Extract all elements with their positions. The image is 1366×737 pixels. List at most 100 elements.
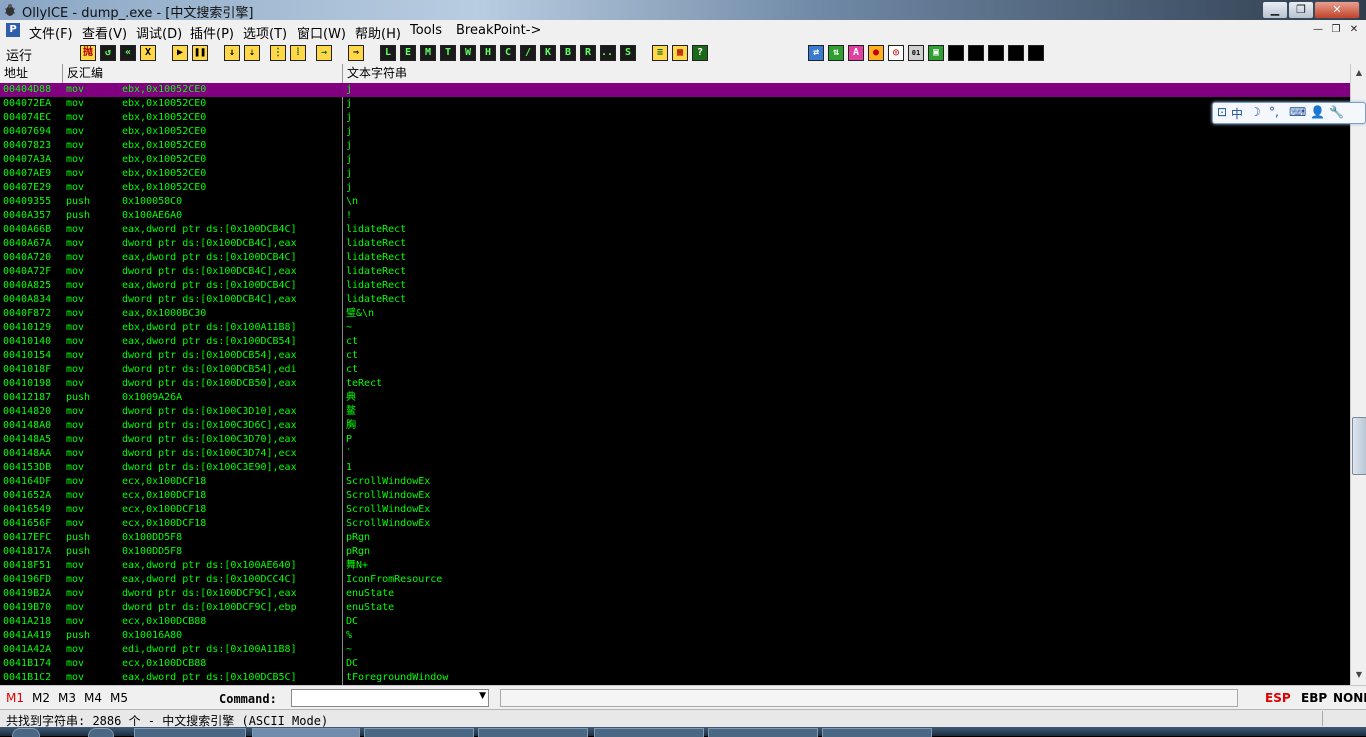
windows-window-button[interactable]: W — [460, 45, 476, 61]
table-row[interactable]: 00407694 mov ebx,0x10052CE0 j — [0, 125, 1350, 139]
blank-tool-icon[interactable] — [1008, 45, 1024, 61]
blank-tool-icon[interactable] — [1028, 45, 1044, 61]
command-input[interactable]: ▼ — [291, 689, 489, 707]
menu-file[interactable]: 文件(F) — [29, 23, 73, 42]
patches-window-button[interactable]: / — [520, 45, 536, 61]
step-into-icon[interactable]: ↓ — [224, 45, 240, 61]
maximize-button[interactable]: ❐ — [1288, 1, 1314, 19]
table-row[interactable]: 004164DF mov ecx,0x100DCF18 ScrollWindowEx — [0, 475, 1350, 489]
table-row[interactable]: 00410198 mov dword ptr ds:[0x100DCB50],eax… — [0, 377, 1350, 391]
vertical-scrollbar[interactable]: ▲ ▼ — [1350, 64, 1366, 685]
ime-moon-icon[interactable]: ☽ — [1250, 105, 1261, 119]
source-window-button[interactable]: S — [620, 45, 636, 61]
record-icon[interactable]: ● — [868, 45, 884, 61]
grid-icon[interactable]: ▦ — [672, 45, 688, 61]
column-disassembly[interactable]: 反汇编 — [63, 64, 343, 83]
run-icon[interactable]: ▶ — [172, 45, 188, 61]
column-text-string[interactable]: 文本字符串 — [343, 64, 1350, 83]
menu-debug[interactable]: 调试(D) — [136, 23, 182, 42]
tab-m5[interactable]: M5 — [110, 691, 128, 705]
ime-punctuation-icon[interactable]: °, — [1269, 105, 1279, 119]
register-esp-button[interactable]: ESP — [1265, 691, 1291, 705]
table-row[interactable]: 0041018F mov dword ptr ds:[0x100DCB54],edi… — [0, 363, 1350, 377]
close-process-icon[interactable]: X — [140, 45, 156, 61]
call-stack-window-button[interactable]: K — [540, 45, 556, 61]
table-row[interactable]: 004148A5 mov dword ptr ds:[0x100C3D70],eax… — [0, 433, 1350, 447]
table-row[interactable]: 0041B174 mov ecx,0x100DCB88 DC — [0, 657, 1350, 671]
run-trace-window-button[interactable]: ... — [600, 45, 616, 61]
menu-options[interactable]: 选项(T) — [243, 23, 287, 42]
references-window-button[interactable]: R — [580, 45, 596, 61]
table-row[interactable]: 00414820 mov dword ptr ds:[0x100C3D10],eax… — [0, 405, 1350, 419]
step-over-icon[interactable]: ⇣ — [244, 45, 260, 61]
menu-plugins[interactable]: 插件(P) — [190, 23, 234, 42]
scrollbar-thumb[interactable] — [1352, 417, 1366, 475]
window-icon[interactable]: ▣ — [928, 45, 944, 61]
tab-m3[interactable]: M3 — [58, 691, 76, 705]
table-row[interactable]: 0040F872 mov eax,0x1000BC30 璧&\n — [0, 307, 1350, 321]
table-row[interactable]: 0040A834 mov dword ptr ds:[0x100DCB4C],eax… — [0, 293, 1350, 307]
menu-help[interactable]: 帮助(H) — [355, 23, 401, 42]
rewind-icon[interactable]: « — [120, 45, 136, 61]
register-ebp-button[interactable]: EBP — [1301, 691, 1327, 705]
scroll-down-icon[interactable]: ▼ — [1352, 667, 1366, 683]
list-icon[interactable]: ≡ — [652, 45, 668, 61]
table-row[interactable]: 0041A42A mov edi,dword ptr ds:[0x100A11B8]… — [0, 643, 1350, 657]
table-row[interactable]: 0041A419 push 0x10016A80% — [0, 629, 1350, 643]
table-row[interactable]: 00409355 push 0x100058C0 \n — [0, 195, 1350, 209]
minimize-button[interactable]: ▁ — [1262, 1, 1288, 19]
app-menu-icon[interactable]: P — [6, 23, 20, 37]
ime-settings-icon[interactable]: 🔧 — [1329, 105, 1344, 119]
table-row[interactable]: 00404D88 mov ebx,0x10052CE0 j — [0, 83, 1350, 97]
table-row[interactable]: 0041656F mov ecx,0x100DCF18 ScrollWindowEx — [0, 517, 1350, 531]
table-row[interactable]: 0041A218 mov ecx,0x100DCB88 DC — [0, 615, 1350, 629]
table-row[interactable]: 0040A825 mov eax,dword ptr ds:[0x100DCB4C]… — [0, 279, 1350, 293]
table-row[interactable]: 004153DB mov dword ptr ds:[0x100C3E90],eax… — [0, 461, 1350, 475]
table-row[interactable]: 00419B70 mov dword ptr ds:[0x100DCF9C],ebp… — [0, 601, 1350, 615]
table-row[interactable]: 00416549 mov ecx,0x100DCF18 ScrollWindowEx — [0, 503, 1350, 517]
goto-icon[interactable]: ⇒ — [348, 45, 364, 61]
ime-user-icon[interactable]: 👤 — [1310, 105, 1325, 119]
column-address[interactable]: 地址 — [0, 64, 63, 83]
ime-logo-icon[interactable]: ⊡ — [1217, 105, 1227, 119]
table-row[interactable]: 0041652A mov ecx,0x100DCF18 ScrollWindowEx — [0, 489, 1350, 503]
refresh-icon[interactable]: ⇄ — [808, 45, 824, 61]
table-row[interactable]: 004148A0 mov dword ptr ds:[0x100C3D6C],eax… — [0, 419, 1350, 433]
mdi-minimize-button[interactable]: — — [1310, 23, 1326, 37]
table-row[interactable]: 0040A67A mov dword ptr ds:[0x100DCB4C],eax… — [0, 237, 1350, 251]
pause-icon[interactable]: ❚❚ — [192, 45, 208, 61]
table-row[interactable]: 004072EA mov ebx,0x10052CE0 j — [0, 97, 1350, 111]
restart-icon[interactable]: ↺ — [100, 45, 116, 61]
mdi-close-button[interactable]: ✕ — [1346, 23, 1362, 37]
modules-window-button[interactable]: E — [400, 45, 416, 61]
chevron-down-icon[interactable]: ▼ — [479, 691, 486, 701]
menu-tools[interactable]: Tools — [410, 23, 442, 38]
ime-language-toggle[interactable]: 中 — [1231, 105, 1243, 122]
open-icon[interactable]: 抛 — [80, 45, 96, 61]
ascii-icon[interactable]: A — [848, 45, 864, 61]
table-row[interactable]: 0040A357 push 0x100AE6A0! — [0, 209, 1350, 223]
table-row[interactable]: 00407AE9 mov ebx,0x10052CE0 j — [0, 167, 1350, 181]
table-row[interactable]: 0041B1C2 mov eax,dword ptr ds:[0x100DCB5C]… — [0, 671, 1350, 685]
ime-keyboard-icon[interactable]: ⌨ — [1289, 105, 1306, 119]
table-row[interactable]: 00410154 mov dword ptr ds:[0x100DCB54],eax… — [0, 349, 1350, 363]
table-row[interactable]: 00407A3A mov ebx,0x10052CE0 j — [0, 153, 1350, 167]
target-icon[interactable]: ◎ — [888, 45, 904, 61]
menu-breakpoint[interactable]: BreakPoint-> — [456, 23, 541, 38]
table-row[interactable]: 00418F51 mov eax,dword ptr ds:[0x100AE640]… — [0, 559, 1350, 573]
table-row[interactable]: 00410129 mov ebx,dword ptr ds:[0x100A11B8]… — [0, 321, 1350, 335]
table-row[interactable]: 00419B2A mov dword ptr ds:[0x100DCF9C],eax… — [0, 587, 1350, 601]
log-window-button[interactable]: L — [380, 45, 396, 61]
trace-over-icon[interactable]: ⁞ — [290, 45, 306, 61]
memory-window-button[interactable]: M — [420, 45, 436, 61]
table-row[interactable]: 0040A72F mov dword ptr ds:[0x100DCB4C],eax… — [0, 265, 1350, 279]
blank-tool-icon[interactable] — [948, 45, 964, 61]
menu-window[interactable]: 窗口(W) — [297, 23, 346, 42]
handles-window-button[interactable]: H — [480, 45, 496, 61]
cpu-window-button[interactable]: C — [500, 45, 516, 61]
breakpoints-window-button[interactable]: B — [560, 45, 576, 61]
table-row[interactable]: 0040A720 mov eax,dword ptr ds:[0x100DCB4C]… — [0, 251, 1350, 265]
help-icon[interactable]: ? — [692, 45, 708, 61]
blank-tool-icon[interactable] — [968, 45, 984, 61]
table-row[interactable]: 0041817A push 0x100DD5F8 pRgn — [0, 545, 1350, 559]
